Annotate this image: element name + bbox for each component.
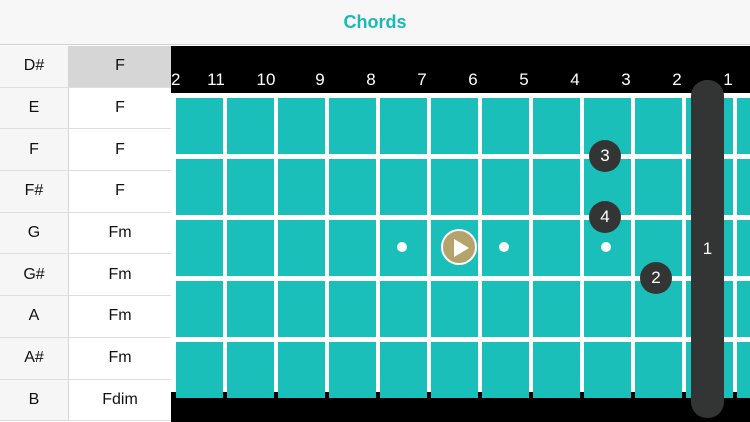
- fret-cell: [329, 281, 376, 337]
- fret-cell: [176, 342, 223, 398]
- fret-cell: [380, 342, 427, 398]
- chord-item[interactable]: F: [69, 46, 171, 88]
- fret-number-label: 12: [171, 70, 181, 89]
- play-icon: [454, 239, 469, 257]
- fret-number-label: 6: [468, 70, 478, 89]
- chord-item[interactable]: Fdim: [69, 379, 171, 422]
- fret-cell: [635, 159, 682, 215]
- fret-cell: [278, 220, 325, 276]
- fret-cell: [278, 98, 325, 154]
- fret-cell: [737, 342, 750, 398]
- fret-cell: [227, 98, 274, 154]
- page-title: Chords: [343, 11, 407, 32]
- fret-cell: [329, 220, 376, 276]
- fret-cell: [227, 342, 274, 398]
- chord-item[interactable]: F: [69, 129, 171, 172]
- fret-number-label: 7: [417, 70, 427, 89]
- fret-cell: [533, 281, 580, 337]
- root-note-item[interactable]: B: [0, 379, 69, 422]
- fret-cell: [227, 281, 274, 337]
- fret-cell: [635, 342, 682, 398]
- chord-item[interactable]: F: [69, 171, 171, 213]
- barre-marker[interactable]: 1: [691, 80, 724, 418]
- fret-cell: [533, 342, 580, 398]
- fret-cell: [278, 342, 325, 398]
- fret-cell: [176, 220, 223, 276]
- fret-inlay-dot: [601, 242, 611, 252]
- fret-cell: [227, 220, 274, 276]
- fret-number-label: 10: [256, 70, 276, 89]
- fret-cell: [737, 220, 750, 276]
- root-note-item[interactable]: F: [0, 129, 69, 172]
- fret-cell: [533, 159, 580, 215]
- root-note-item[interactable]: G#: [0, 254, 69, 297]
- fret-cell: [533, 98, 580, 154]
- fret-cell: [482, 98, 529, 154]
- fret-cell: [278, 159, 325, 215]
- fret-cell: [584, 342, 631, 398]
- fret-cell: [380, 98, 427, 154]
- fret-cell: [737, 159, 750, 215]
- fret-inlay-dot: [499, 242, 509, 252]
- chord-list: F F F F Fm Fm Fm Fm Fdim: [69, 46, 171, 422]
- fret-cell: [431, 342, 478, 398]
- fret-cell: [380, 159, 427, 215]
- fret-cell: [737, 281, 750, 337]
- navigation-bar: Chords: [0, 0, 750, 45]
- fret-cell: [431, 281, 478, 337]
- chord-item[interactable]: Fm: [69, 254, 171, 297]
- root-note-item[interactable]: F#: [0, 171, 69, 213]
- chord-item[interactable]: Fm: [69, 337, 171, 380]
- fret-cell: [278, 281, 325, 337]
- fret-cell: [635, 98, 682, 154]
- fret-cell: [482, 159, 529, 215]
- root-note-item[interactable]: D#: [0, 46, 69, 88]
- finger-marker[interactable]: 3: [589, 140, 621, 172]
- fret-cell: [176, 159, 223, 215]
- chord-item[interactable]: Fm: [69, 212, 171, 255]
- fret-number-label: 3: [621, 70, 631, 89]
- chord-item[interactable]: F: [69, 87, 171, 130]
- finger-marker[interactable]: 2: [640, 262, 672, 294]
- fret-cell: [431, 159, 478, 215]
- fret-cell: [176, 98, 223, 154]
- fret-cell: [431, 98, 478, 154]
- fret-cell: [227, 159, 274, 215]
- fret-cell: [482, 281, 529, 337]
- fret-cell: [176, 281, 223, 337]
- fret-cell: [584, 281, 631, 337]
- fret-inlay-dot: [397, 242, 407, 252]
- fret-cell: [329, 98, 376, 154]
- fret-cell: [737, 98, 750, 154]
- fret-number-label: 8: [366, 70, 376, 89]
- root-note-item[interactable]: A: [0, 296, 69, 338]
- fret-cell: [533, 220, 580, 276]
- fret-cell: [329, 159, 376, 215]
- fret-cell: [482, 342, 529, 398]
- chord-item[interactable]: Fm: [69, 296, 171, 338]
- fret-cell: [380, 281, 427, 337]
- root-note-item[interactable]: A#: [0, 337, 69, 380]
- fret-number-label: 5: [519, 70, 529, 89]
- fret-number-label: 4: [570, 70, 580, 89]
- fret-number-label: 11: [207, 70, 225, 89]
- root-note-item[interactable]: E: [0, 87, 69, 130]
- fret-cell: [329, 342, 376, 398]
- root-note-list: D# E F F# G G# A A# B: [0, 46, 69, 422]
- root-note-item[interactable]: G: [0, 212, 69, 255]
- finger-marker[interactable]: 4: [589, 201, 621, 233]
- fret-number-label: 9: [315, 70, 325, 89]
- fretboard: 1211109876543213421: [171, 46, 750, 422]
- fret-number-label: 2: [672, 70, 682, 89]
- play-button[interactable]: [441, 229, 477, 265]
